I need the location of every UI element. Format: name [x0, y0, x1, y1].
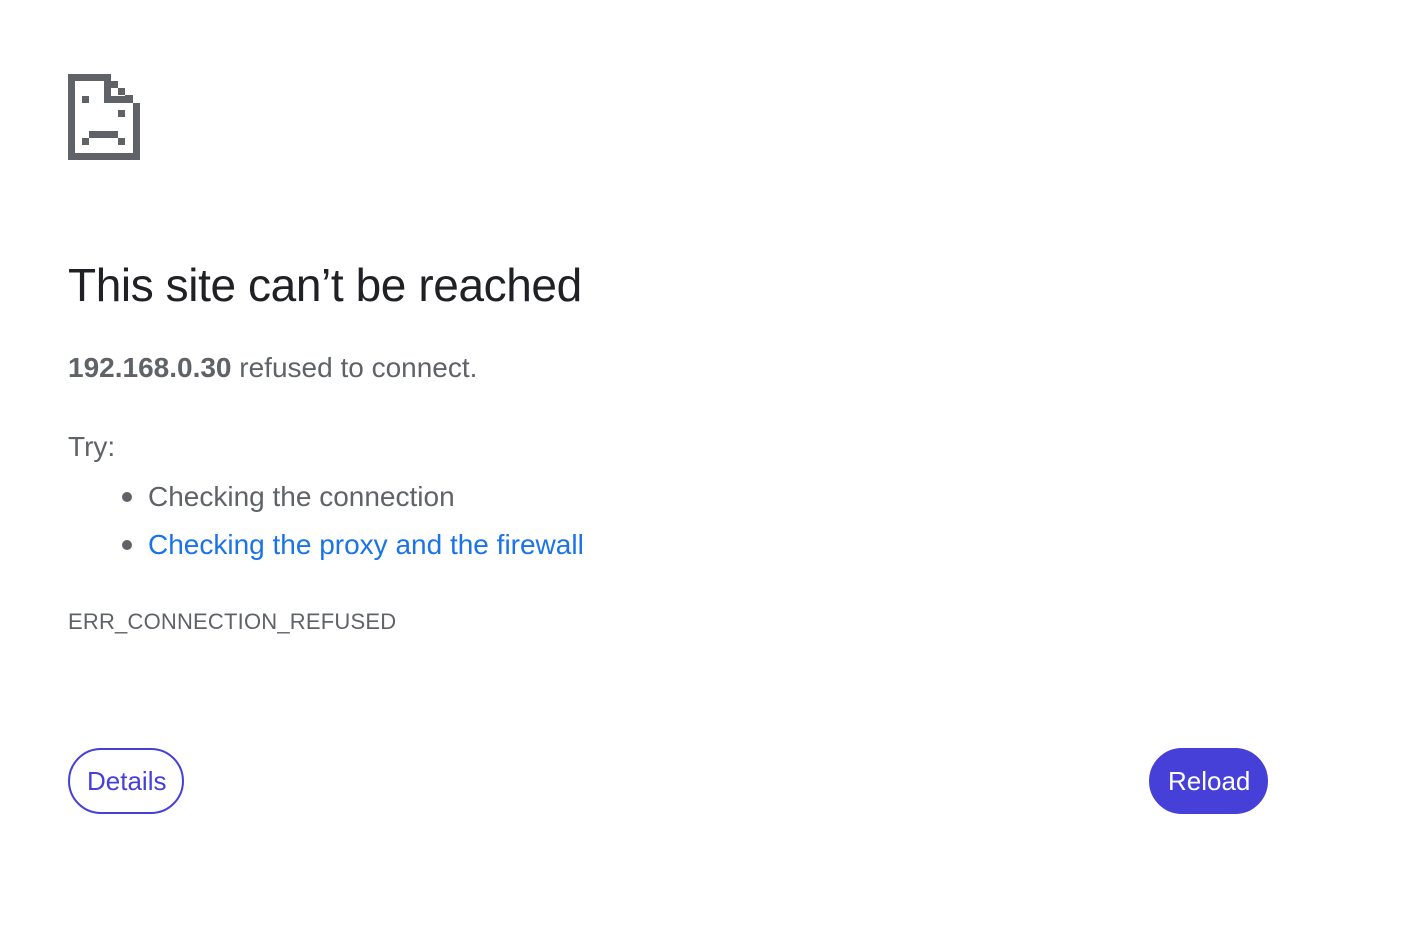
details-button[interactable]: Details: [68, 748, 184, 814]
bullet-icon: [122, 492, 132, 502]
suggestion-text: Checking the connection: [148, 481, 455, 512]
suggestion-item: Checking the proxy and the firewall: [68, 521, 584, 569]
suggestion-list: Checking the connection Checking the pro…: [68, 473, 584, 569]
sad-page-icon: [68, 74, 140, 160]
error-message: refused to connect.: [231, 352, 478, 383]
proxy-firewall-link[interactable]: Checking the proxy and the firewall: [148, 529, 584, 560]
page-title: This site can’t be reached: [68, 259, 582, 311]
host-address: 192.168.0.30: [68, 352, 232, 383]
error-summary: 192.168.0.30 refused to connect.: [68, 352, 477, 384]
try-label: Try:: [68, 431, 116, 462]
error-page: This site can’t be reached 192.168.0.30 …: [0, 0, 1412, 944]
bullet-icon: [122, 540, 132, 550]
reload-button[interactable]: Reload: [1149, 748, 1268, 814]
suggestion-item: Checking the connection: [68, 473, 584, 521]
error-code: ERR_CONNECTION_REFUSED: [68, 609, 397, 634]
